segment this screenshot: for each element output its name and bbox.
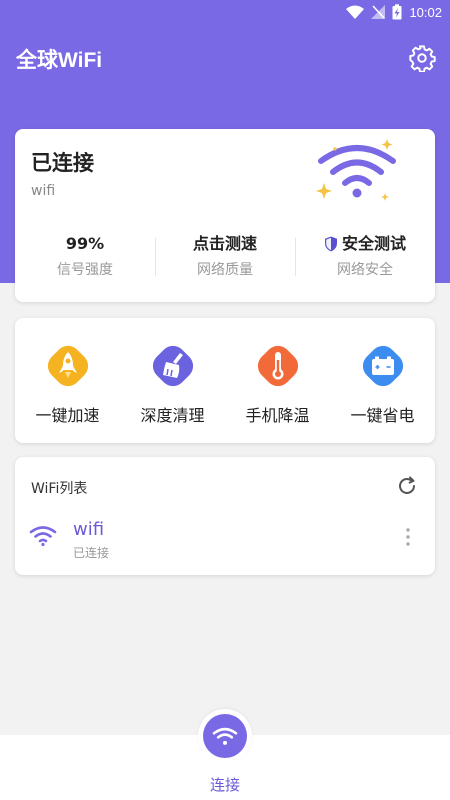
wifi-icon bbox=[212, 727, 238, 745]
app-bar: 全球WiFi bbox=[0, 36, 450, 80]
network-quality-label: 网络质量 bbox=[197, 262, 253, 278]
nav-connect-tab[interactable]: 连接 bbox=[196, 709, 254, 797]
tool-deep-clean-label: 深度清理 bbox=[140, 406, 205, 425]
signal-strength-stat: 99% 信号强度 bbox=[15, 233, 155, 281]
settings-button[interactable] bbox=[408, 44, 436, 73]
battery-icon bbox=[362, 345, 403, 387]
broom-icon bbox=[152, 345, 193, 387]
security-test-value[interactable]: 安全测试 bbox=[295, 233, 435, 255]
stats-row: 99% 信号强度 点击测速 网络质量 安全测试 网络安全 bbox=[15, 233, 435, 281]
wifi-list-card: WiFi列表 wifi 已连接 bbox=[15, 457, 435, 575]
tools-card: 一键加速 深度清理 手机降温 一键省电 bbox=[15, 318, 435, 443]
tool-deep-clean[interactable]: 深度清理 bbox=[120, 318, 225, 443]
tool-power-saving-label: 一键省电 bbox=[350, 406, 415, 425]
more-options-button[interactable] bbox=[403, 525, 413, 549]
tool-phone-cooling-label: 手机降温 bbox=[245, 406, 310, 425]
rocket-icon bbox=[47, 345, 88, 387]
more-vertical-icon bbox=[406, 528, 410, 546]
app-title: 全球WiFi bbox=[16, 49, 103, 72]
security-test-text: 安全测试 bbox=[341, 234, 406, 253]
tool-speed-boost[interactable]: 一键加速 bbox=[15, 318, 120, 443]
connection-status-title: 已连接 bbox=[31, 151, 94, 175]
signal-strength-value: 99% bbox=[65, 234, 105, 253]
wifi-icon bbox=[29, 526, 57, 547]
signal-strength-label: 信号强度 bbox=[57, 262, 113, 278]
connection-status-card: 已连接 wifi 99% 信号强度 点击测速 网络质量 安全测试 网络安全 bbox=[15, 129, 435, 302]
nav-connect-label: 连接 bbox=[209, 776, 240, 794]
connected-ssid: wifi bbox=[31, 183, 56, 199]
security-test-stat[interactable]: 安全测试 网络安全 bbox=[295, 233, 435, 281]
status-bar: 10:02 bbox=[0, 0, 450, 26]
tool-phone-cooling[interactable]: 手机降温 bbox=[225, 318, 330, 443]
thermometer-icon bbox=[257, 345, 298, 387]
gear-icon bbox=[409, 45, 436, 73]
wifi-list-item[interactable]: wifi 已连接 bbox=[15, 513, 435, 565]
wifi-item-name: wifi bbox=[73, 519, 105, 540]
refresh-button[interactable] bbox=[396, 475, 418, 497]
wifi-item-status: 已连接 bbox=[73, 546, 110, 560]
refresh-icon bbox=[399, 476, 415, 494]
tool-speed-boost-label: 一键加速 bbox=[35, 406, 100, 425]
cellular-signal-icon bbox=[371, 5, 386, 19]
speed-test-value[interactable]: 点击测速 bbox=[155, 233, 295, 255]
wifi-signal-icon bbox=[346, 5, 365, 19]
speed-test-stat[interactable]: 点击测速 网络质量 bbox=[155, 233, 295, 281]
network-security-label: 网络安全 bbox=[337, 262, 393, 278]
wifi-sparkle-icon bbox=[316, 139, 396, 201]
nav-connect-bubble[interactable] bbox=[198, 709, 252, 763]
wifi-list-title: WiFi列表 bbox=[31, 481, 88, 497]
shield-icon bbox=[324, 236, 337, 252]
battery-charging-icon bbox=[392, 4, 402, 20]
status-time: 10:02 bbox=[409, 4, 442, 20]
tool-power-saving[interactable]: 一键省电 bbox=[330, 318, 435, 443]
